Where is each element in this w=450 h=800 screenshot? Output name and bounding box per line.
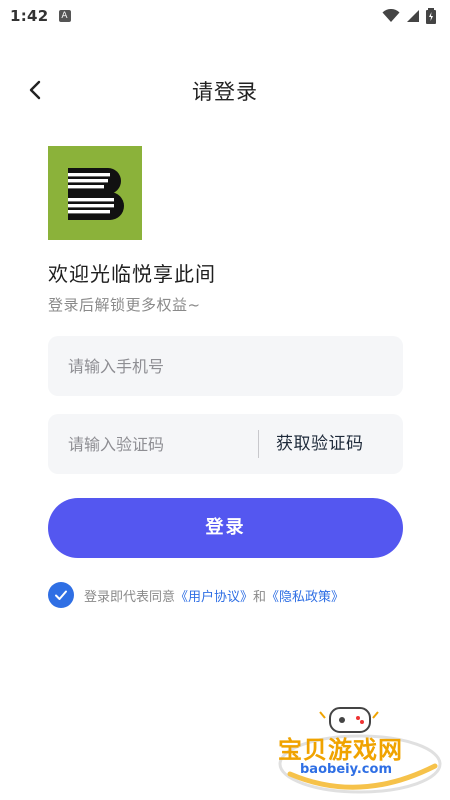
page-title: 请登录 <box>192 80 258 104</box>
code-field-container: 获取验证码 <box>48 414 403 474</box>
welcome-subtitle: 登录后解锁更多权益~ <box>48 296 201 314</box>
login-button[interactable]: 登录 <box>48 498 403 558</box>
agreement-row: 登录即代表同意《用户协议》和《隐私政策》 <box>48 582 344 608</box>
checkmark-icon <box>55 590 67 600</box>
phone-input[interactable] <box>68 336 383 396</box>
signal-icon <box>407 10 419 22</box>
wifi-icon <box>382 9 400 22</box>
app-logo <box>48 146 142 240</box>
agreement-text: 登录即代表同意《用户协议》和《隐私政策》 <box>84 586 344 605</box>
agreement-prefix: 登录即代表同意 <box>84 589 176 605</box>
chevron-left-icon <box>29 80 41 100</box>
agreement-and: 和 <box>253 589 267 605</box>
watermark-title: 宝贝游戏网 <box>278 736 403 764</box>
notification-a-icon: A <box>58 10 71 22</box>
watermark-logo: 宝贝游戏网 baobeiy.com <box>270 704 450 800</box>
agree-checkbox[interactable] <box>48 582 74 608</box>
watermark-url: baobeiy.com <box>300 762 392 777</box>
phone-field-container <box>48 336 403 396</box>
nav-bar: 请登录 <box>0 66 450 112</box>
status-icons <box>382 8 436 24</box>
verification-code-input[interactable] <box>68 414 248 474</box>
status-time: 1:42 <box>10 7 49 25</box>
back-button[interactable] <box>22 76 50 104</box>
user-agreement-link[interactable]: 《用户协议》 <box>175 590 253 605</box>
welcome-title: 欢迎光临悦享此间 <box>48 262 216 286</box>
status-bar: 1:42 A <box>0 0 450 32</box>
book-logo-icon <box>48 146 142 240</box>
get-code-button[interactable]: 获取验证码 <box>276 414 364 474</box>
battery-icon <box>426 8 436 24</box>
code-divider <box>258 430 259 458</box>
privacy-policy-link[interactable]: 《隐私政策》 <box>266 590 344 605</box>
